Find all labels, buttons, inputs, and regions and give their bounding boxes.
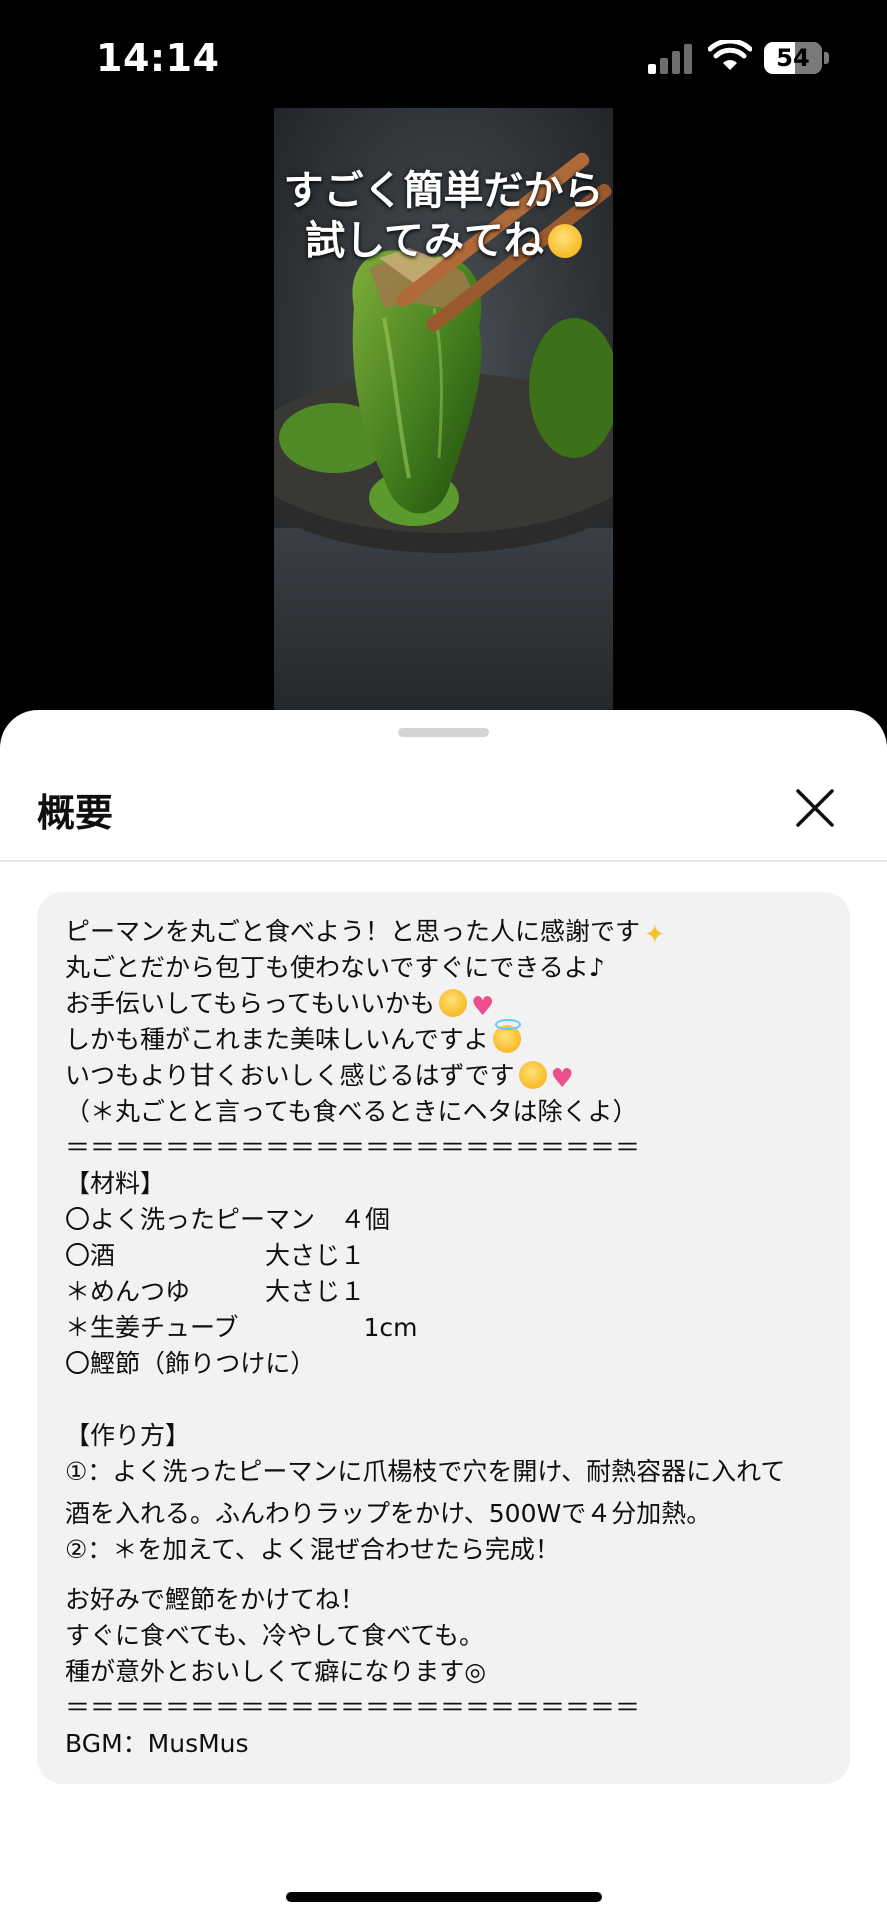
description-line: 酒を入れる。ふんわりラップをかけ、500Wで４分加熱。: [65, 1499, 712, 1528]
home-indicator[interactable]: [286, 1892, 602, 1902]
description-line: すぐに食べても、冷やして食べても。: [65, 1621, 485, 1650]
smiling-face-emoji-icon: [439, 989, 468, 1017]
video-caption: すごく簡単だから 試してみてね: [274, 166, 613, 266]
yum-face-emoji-icon: [518, 1061, 547, 1089]
description-line: ②：＊を加えて、よく混ぜ合わせたら完成！: [65, 1535, 560, 1564]
description-line: ＊生姜チューブ 1cm: [65, 1313, 418, 1342]
description-line: 丸ごとだから包丁も使わないですぐにできるよ♪: [65, 953, 605, 982]
description-sheet: 概要 ピーマンを丸ごと食べよう！と思った人に感謝です ✦ 丸ごとだから包丁も使わな…: [0, 710, 887, 1920]
description-line: お手伝いしてもらってもいいかも ♥: [65, 989, 495, 1022]
description-line: 【材料】: [65, 1169, 166, 1198]
wifi-icon: [708, 40, 752, 70]
description-line: ＊めんつゆ 大さじ１: [65, 1277, 366, 1306]
video-player[interactable]: すごく簡単だから 試してみてね: [274, 108, 613, 710]
two-hearts-emoji-icon: ♥: [471, 992, 495, 1022]
sheet-title: 概要: [37, 791, 114, 835]
description-line: 【作り方】: [65, 1421, 191, 1450]
two-hearts-emoji-icon: ♥: [550, 1064, 574, 1094]
yum-face-emoji-icon: [547, 224, 582, 258]
battery-icon: 54: [764, 42, 822, 74]
sheet-drag-handle[interactable]: [398, 728, 489, 737]
description-line: （＊丸ごとと言っても食べるときにヘタは除くよ）: [65, 1097, 638, 1126]
battery-level: 54: [776, 44, 810, 72]
description-card: ピーマンを丸ごと食べよう！と思った人に感謝です ✦ 丸ごとだから包丁も使わないです…: [37, 892, 850, 1784]
description-line: ＝＝＝＝＝＝＝＝＝＝＝＝＝＝＝＝＝＝＝＝＝＝＝: [65, 1693, 641, 1722]
cellular-signal-icon: [648, 42, 696, 74]
status-time: 14:14: [96, 36, 220, 80]
description-line: BGM：MusMus: [65, 1729, 249, 1758]
description-line: 種が意外とおいしくて癖になります◎: [65, 1657, 487, 1686]
description-line: ＝＝＝＝＝＝＝＝＝＝＝＝＝＝＝＝＝＝＝＝＝＝＝: [65, 1133, 641, 1162]
description-line: 〇酒 大さじ１: [65, 1241, 366, 1270]
close-icon[interactable]: [792, 785, 838, 831]
description-line: いつもより甘くおいしく感じるはずです ♥: [65, 1061, 574, 1094]
description-line: お好みで鰹節をかけてね！: [65, 1585, 366, 1614]
status-bar: 14:14 54: [0, 0, 887, 110]
sparkles-emoji-icon: ✦: [644, 920, 666, 950]
header-divider: [0, 860, 887, 862]
description-line: 〇鰹節（飾りつけに）: [65, 1349, 316, 1378]
description-line: ①：よく洗ったピーマンに爪楊枝で穴を開け、耐熱容器に入れて: [65, 1457, 786, 1486]
description-line: しかも種がこれまた美味しいんですよ: [65, 1019, 521, 1058]
description-line: 〇よく洗ったピーマン ４個: [65, 1205, 391, 1234]
halo-face-emoji-icon: [492, 1019, 521, 1053]
battery-tip: [824, 52, 829, 64]
description-line: ピーマンを丸ごと食べよう！と思った人に感謝です ✦: [65, 917, 666, 950]
